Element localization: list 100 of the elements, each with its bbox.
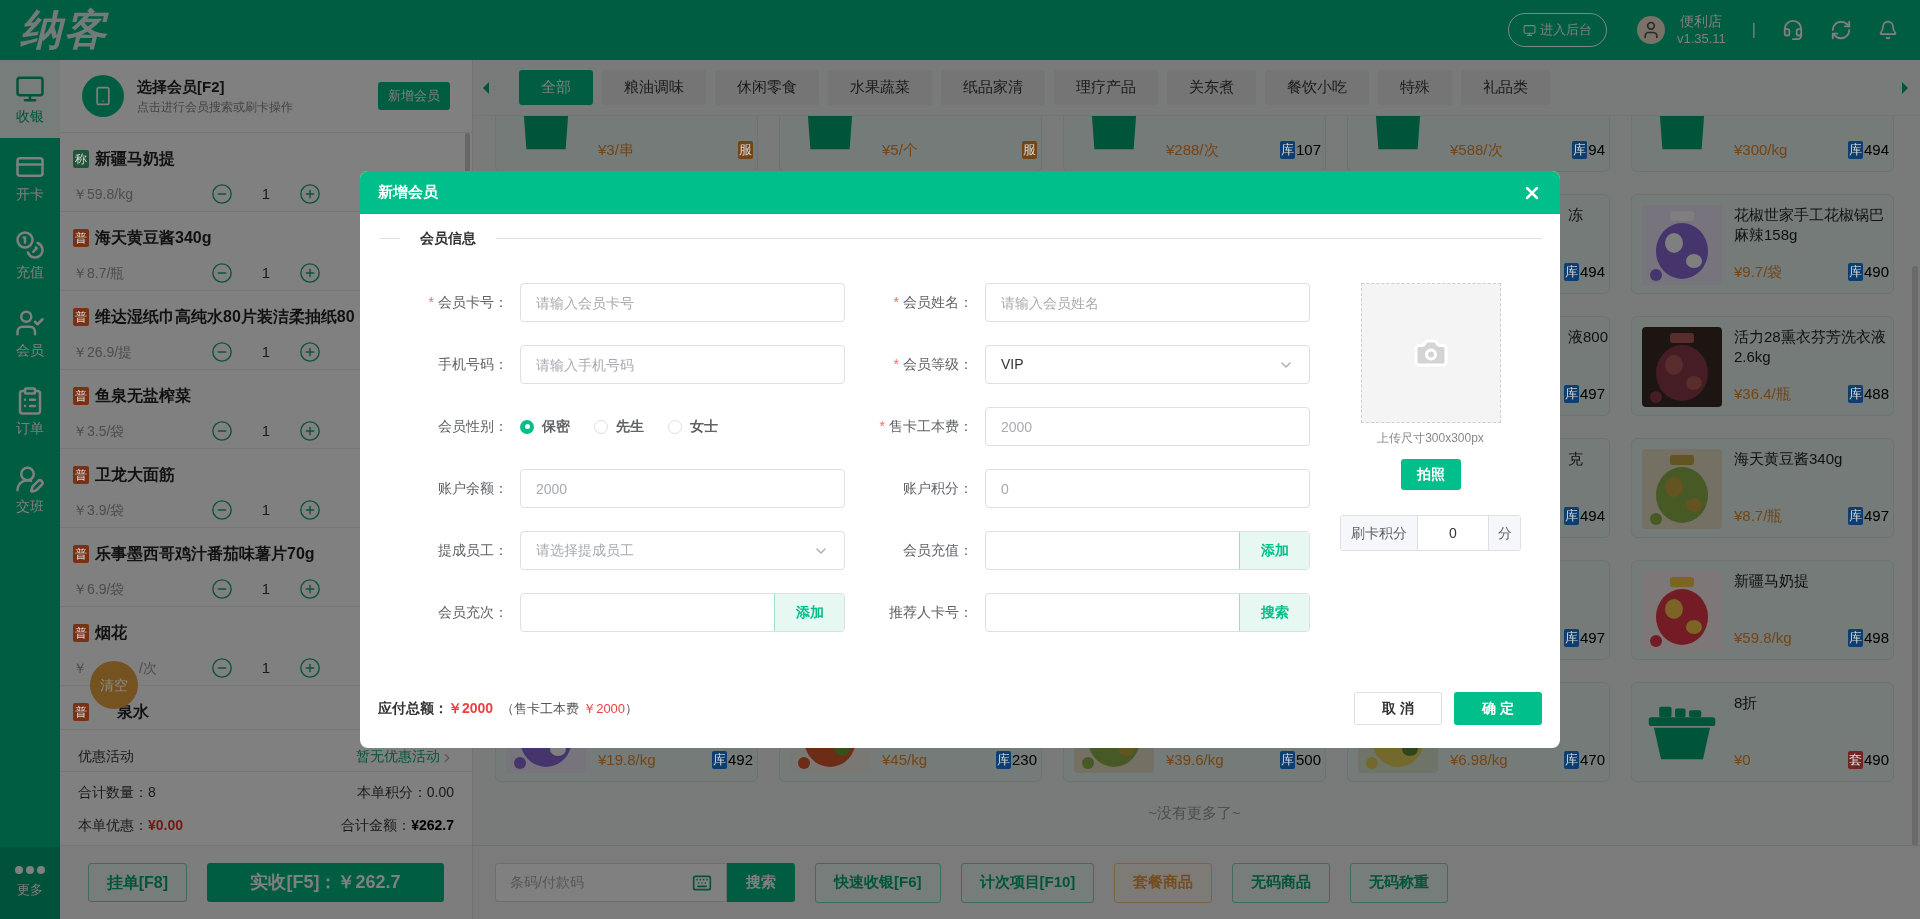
stock-badge: 库 (1563, 263, 1579, 281)
category-tab[interactable]: 特殊 (1378, 70, 1452, 105)
total-label: 合计数量： (78, 782, 148, 802)
category-tab[interactable]: 全部 (519, 70, 593, 105)
stock-count: 490 (1863, 261, 1889, 282)
nav-item[interactable]: 充值 (0, 216, 60, 294)
nav-item[interactable]: 开卡 (0, 138, 60, 216)
points-input-group[interactable]: 刷卡积分 0 分 (1340, 515, 1521, 551)
product-card[interactable]: ¥3/串 服 (495, 116, 758, 172)
input-field[interactable]: 请输入会员卡号 (520, 283, 845, 322)
select-field[interactable]: 请选择提成员工 (520, 531, 845, 570)
item-name: 海天黄豆酱340g (95, 228, 212, 248)
stock-badge: 库 (1563, 385, 1579, 403)
field-label: 会员卡号： (438, 293, 508, 312)
input-group[interactable]: 添加 (520, 593, 845, 632)
stock-count: 230 (1011, 749, 1037, 770)
nav-item[interactable]: 交班 (0, 450, 60, 528)
stock-count: 488 (1863, 383, 1889, 404)
product-card[interactable]: 海天黄豆酱340g ¥8.7/瓶 库497 (1631, 438, 1894, 538)
stock-badge: 库 (1563, 507, 1579, 525)
product-card[interactable]: ¥5/个 服 (779, 116, 1042, 172)
product-name: 冻 (1567, 205, 1584, 225)
stock-count: 497 (1579, 383, 1605, 404)
product-card[interactable]: ¥588/次 库 94 (1347, 116, 1610, 172)
field-label: 账户积分： (903, 479, 973, 498)
member-title[interactable]: 选择会员[F2] (137, 75, 378, 99)
promo-link[interactable]: 暂无优惠活动 (356, 746, 440, 767)
input-field[interactable]: 2000 (985, 407, 1310, 446)
nav-item[interactable]: 会员 (0, 294, 60, 372)
category-tab[interactable]: 关东煮 (1167, 70, 1256, 105)
search-button[interactable]: 搜索 (727, 863, 795, 902)
item-quantity: 1 (260, 263, 272, 283)
input-field[interactable]: 请输入手机号码 (520, 345, 845, 384)
total-value: 0.00 (426, 782, 454, 802)
category-tab[interactable]: 理疗产品 (1054, 70, 1158, 105)
item-quantity: 1 (260, 579, 272, 599)
total-value: ¥262.7 (411, 815, 454, 835)
total-due-amount: ￥2000 (448, 699, 494, 718)
section-title: 会员信息 (420, 228, 476, 248)
stock-badge: 库 (1563, 629, 1579, 647)
toolbar-button[interactable]: 无码商品 (1232, 862, 1331, 903)
input-field[interactable]: 2000 (520, 469, 845, 508)
product-card[interactable]: ¥288/次 库 107 (1063, 116, 1326, 172)
addon-button[interactable]: 搜索 (1239, 594, 1309, 631)
item-tag: 普 (73, 387, 89, 405)
category-tab[interactable]: 餐饮小吃 (1265, 70, 1369, 105)
product-card[interactable]: 花椒世家手工花椒锅巴麻辣158g ¥9.7/袋 库490 (1631, 194, 1894, 294)
nav-item[interactable]: 收银 (0, 60, 60, 138)
stock-badge: 库 (1563, 751, 1579, 769)
item-quantity: 1 (260, 500, 272, 520)
toolbar-button[interactable]: 计次项目[F10] (960, 862, 1095, 903)
take-photo-button[interactable]: 拍照 (1400, 459, 1461, 490)
toolbar-button[interactable]: 套餐商品 (1114, 862, 1213, 903)
cancel-button[interactable]: 取 消 (1354, 692, 1442, 725)
item-quantity: 1 (260, 342, 272, 362)
confirm-button[interactable]: 确 定 (1454, 692, 1542, 725)
toolbar-button[interactable]: 无码称重 (1350, 862, 1449, 903)
required-mark: * (879, 417, 885, 436)
stock-count: 494 (1579, 261, 1605, 282)
radio-option[interactable]: 女士 (668, 416, 718, 437)
nav-item[interactable]: 订单 (0, 372, 60, 450)
addon-button[interactable]: 添加 (1239, 532, 1309, 569)
input-group[interactable]: 搜索 (985, 593, 1310, 632)
product-card[interactable]: 活力28熏衣芬芳洗衣液2.6kg ¥36.4/瓶 库488 (1631, 316, 1894, 416)
stock-badge: 库 (995, 751, 1011, 769)
radio-option[interactable]: 保密 (520, 416, 570, 437)
checkout-button[interactable]: 实收[F5]：￥262.7 (206, 863, 444, 902)
more-button[interactable]: 更多 (0, 847, 60, 919)
category-tab[interactable]: 水果蔬菜 (828, 70, 932, 105)
stock-count: 497 (1863, 505, 1889, 526)
points-field[interactable]: 0 (1418, 516, 1488, 550)
hold-order-button[interactable]: 挂单[F8] (88, 863, 187, 902)
product-name: 新疆马奶提 (1734, 571, 1810, 591)
addon-button[interactable]: 添加 (774, 594, 844, 631)
product-card[interactable]: 8折 ¥0 套 490 (1631, 682, 1894, 782)
input-field[interactable]: 请输入会员姓名 (985, 283, 1310, 322)
stock-count: 498 (1863, 627, 1889, 648)
input-group[interactable]: 添加 (985, 531, 1310, 570)
product-card[interactable]: ¥300/kg 库494 (1631, 116, 1894, 172)
fee-note: （售卡工本费 (501, 699, 580, 718)
product-price: ¥8.7/瓶 (1734, 507, 1783, 524)
category-tab[interactable]: 纸品家清 (941, 70, 1045, 105)
item-name: 烟花 (95, 623, 127, 643)
version-text: v1.35.11 (1676, 30, 1726, 48)
toolbar-button[interactable]: 快速收银[F6] (815, 862, 941, 903)
product-price: ¥300/kg (1734, 141, 1788, 158)
product-price: ¥59.8/kg (1734, 629, 1792, 646)
product-price: ¥9.7/袋 (1734, 263, 1783, 280)
product-card[interactable]: 新疆马奶提 ¥59.8/kg 库498 (1631, 560, 1894, 660)
radio-option[interactable]: 先生 (594, 416, 644, 437)
total-due-label: 应付总额： (378, 699, 448, 718)
category-tab[interactable]: 休闲零食 (715, 70, 819, 105)
input-field[interactable]: 0 (985, 469, 1310, 508)
select-field[interactable]: VIP (985, 345, 1310, 384)
product-price: ¥288/次 (1166, 141, 1219, 158)
add-member-button[interactable]: 新增会员 (378, 82, 450, 110)
category-tab[interactable]: 礼品类 (1461, 70, 1550, 105)
category-tab[interactable]: 粮油调味 (602, 70, 706, 105)
total-value: 8 (148, 782, 156, 802)
product-name: 花椒世家手工花椒锅巴麻辣158g (1734, 205, 1885, 245)
